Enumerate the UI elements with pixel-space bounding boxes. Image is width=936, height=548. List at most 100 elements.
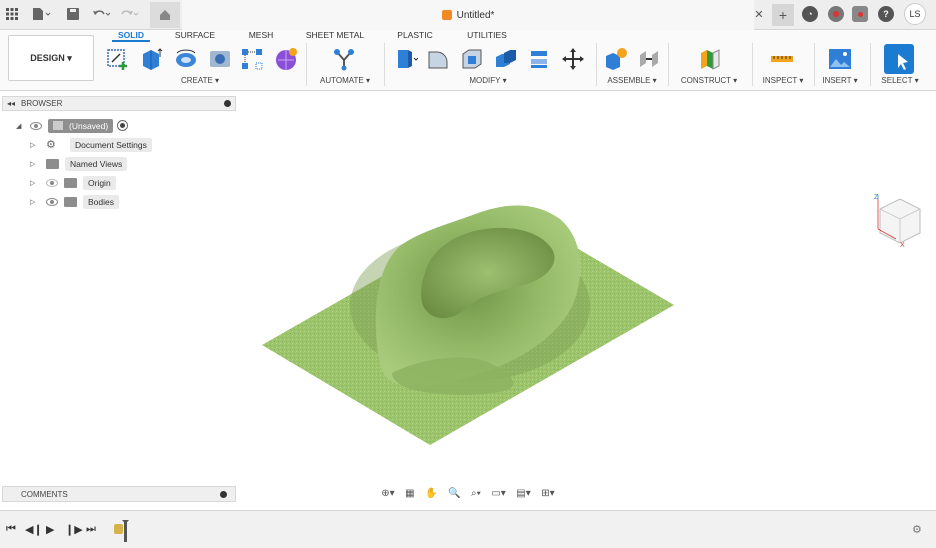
notifications-icon[interactable]	[828, 6, 844, 22]
workspace-switcher[interactable]: DESIGN ▾	[8, 35, 94, 81]
viewport-canvas[interactable]: Z X	[0, 91, 936, 510]
combine-icon[interactable]	[494, 47, 518, 71]
viewcube-z-label: Z	[874, 194, 879, 201]
undo-icon[interactable]	[90, 5, 112, 23]
hole-icon[interactable]	[208, 47, 232, 71]
modify-group-label[interactable]: MODIFY ▾	[456, 76, 520, 85]
component-icon	[53, 121, 63, 130]
move-copy-icon[interactable]	[561, 47, 585, 71]
extrude-icon[interactable]	[140, 47, 164, 71]
expand-triangle-icon[interactable]: ▷	[30, 160, 38, 168]
tab-utilities[interactable]: UTILITIES	[462, 30, 512, 42]
revolve-icon[interactable]	[174, 47, 198, 71]
insert-image-icon[interactable]	[828, 47, 852, 71]
grid-settings-icon[interactable]: ▤▾	[516, 488, 530, 499]
redo-icon[interactable]	[118, 5, 140, 23]
document-tab[interactable]: Untitled*	[182, 0, 754, 30]
timeline-marker[interactable]	[113, 520, 129, 542]
collapse-panel-icon[interactable]: ◂◂	[7, 99, 15, 108]
comments-add-icon[interactable]	[220, 490, 227, 498]
navigation-bar: ⊕▾ ▦ ✋ 🔍 ⌕▾ ▭▾ ▤▾ ⊞▾	[376, 484, 560, 502]
construct-group-label[interactable]: CONSTRUCT ▾	[676, 76, 742, 85]
go-to-end-icon[interactable]: ⏭	[86, 523, 96, 536]
tree-item-document-settings[interactable]: ▷ ⚙ Document Settings	[30, 136, 152, 153]
tree-item-bodies[interactable]: ▷ Bodies	[30, 193, 119, 210]
select-icon[interactable]	[884, 44, 914, 74]
apps-grid-icon[interactable]	[5, 5, 19, 23]
select-group-label[interactable]: SELECT ▾	[876, 76, 924, 85]
separator	[384, 43, 385, 86]
avatar-initials: LS	[909, 9, 921, 19]
insert-group-label[interactable]: INSERT ▾	[818, 76, 862, 85]
save-icon[interactable]	[65, 5, 81, 23]
step-forward-icon[interactable]: ❙▶	[65, 523, 83, 536]
activate-radio-icon[interactable]	[117, 120, 129, 131]
zoom-icon[interactable]: 🔍	[448, 488, 460, 499]
root-component-chip[interactable]: (Unsaved)	[48, 118, 114, 133]
expand-triangle-icon[interactable]: ▷	[30, 141, 38, 149]
visibility-eye-icon[interactable]	[46, 178, 58, 187]
browser-header[interactable]: ◂◂ BROWSER	[2, 96, 236, 111]
job-status-icon[interactable]: ◔	[802, 6, 818, 22]
viewports-icon[interactable]: ⊞▾	[541, 488, 554, 499]
orbit-icon[interactable]: ⊕▾	[381, 488, 394, 499]
help-icon[interactable]: ?	[878, 6, 894, 22]
automate-icon[interactable]	[332, 47, 356, 71]
timeline-settings-gear-icon[interactable]: ⚙	[912, 523, 922, 536]
new-tab-icon[interactable]: +	[772, 4, 794, 26]
automate-group-label[interactable]: AUTOMATE ▾	[314, 76, 376, 85]
zoom-window-icon[interactable]: ⌕▾	[471, 488, 481, 499]
tab-solid[interactable]: SOLID	[112, 30, 150, 42]
assemble-group-label[interactable]: ASSEMBLE ▾	[602, 76, 662, 85]
comments-panel[interactable]: COMMENTS	[2, 486, 236, 502]
tab-sheet-metal[interactable]: SHEET METAL	[302, 30, 368, 42]
terrain-model[interactable]	[0, 91, 936, 510]
root-component-label: (Unsaved)	[69, 120, 109, 131]
close-tab-icon[interactable]: ✕	[752, 5, 766, 23]
viewcube[interactable]: Z X	[870, 191, 926, 251]
measure-icon[interactable]	[770, 47, 794, 71]
offset-plane-icon[interactable]	[698, 47, 722, 71]
display-settings-icon[interactable]: ▭▾	[491, 488, 505, 499]
separator	[814, 43, 815, 86]
create-group-label[interactable]: CREATE ▾	[170, 76, 230, 85]
visibility-eye-icon[interactable]	[30, 121, 42, 130]
create-sketch-icon[interactable]	[106, 47, 130, 71]
tab-mesh[interactable]: MESH	[244, 30, 278, 42]
extensions-icon[interactable]	[852, 6, 868, 22]
comments-title: COMMENTS	[21, 489, 68, 499]
tree-item-root[interactable]: ◢ (Unsaved)	[16, 117, 129, 134]
tree-item-named-views[interactable]: ▷ Named Views	[30, 155, 128, 172]
tab-plastic[interactable]: PLASTIC	[394, 30, 436, 42]
tree-label: Bodies	[83, 194, 119, 209]
new-component-icon[interactable]	[604, 47, 628, 71]
visibility-eye-icon[interactable]	[46, 197, 58, 206]
split-body-icon[interactable]	[528, 47, 552, 71]
tree-item-origin[interactable]: ▷ Origin	[30, 174, 116, 191]
look-at-icon[interactable]: ▦	[405, 488, 414, 499]
tab-surface[interactable]: SURFACE	[172, 30, 218, 42]
go-to-start-icon[interactable]: ⏮	[6, 523, 16, 536]
document-icon	[441, 10, 452, 20]
separator	[306, 43, 307, 86]
form-icon[interactable]	[274, 47, 298, 71]
pattern-icon[interactable]	[240, 47, 264, 71]
file-menu-icon[interactable]	[30, 5, 52, 23]
browser-pin-icon[interactable]	[224, 100, 231, 107]
press-pull-icon[interactable]	[394, 47, 419, 71]
fillet-icon[interactable]	[426, 47, 450, 71]
browser-title: BROWSER	[21, 99, 63, 108]
expand-triangle-icon[interactable]: ▷	[30, 179, 38, 187]
separator	[870, 43, 871, 86]
home-icon[interactable]	[150, 2, 180, 28]
shell-icon[interactable]	[460, 47, 484, 71]
collapse-triangle-icon[interactable]: ◢	[16, 122, 24, 130]
pan-hand-icon[interactable]: ✋	[425, 488, 437, 499]
expand-triangle-icon[interactable]: ▷	[30, 198, 38, 206]
inspect-group-label[interactable]: INSPECT ▾	[756, 76, 810, 85]
browser-panel: ◂◂ BROWSER	[2, 96, 236, 111]
joint-icon[interactable]	[637, 47, 661, 71]
play-icon[interactable]: ▶	[46, 523, 54, 536]
avatar[interactable]: LS	[904, 3, 926, 25]
step-back-icon[interactable]: ◀❙	[25, 523, 43, 536]
